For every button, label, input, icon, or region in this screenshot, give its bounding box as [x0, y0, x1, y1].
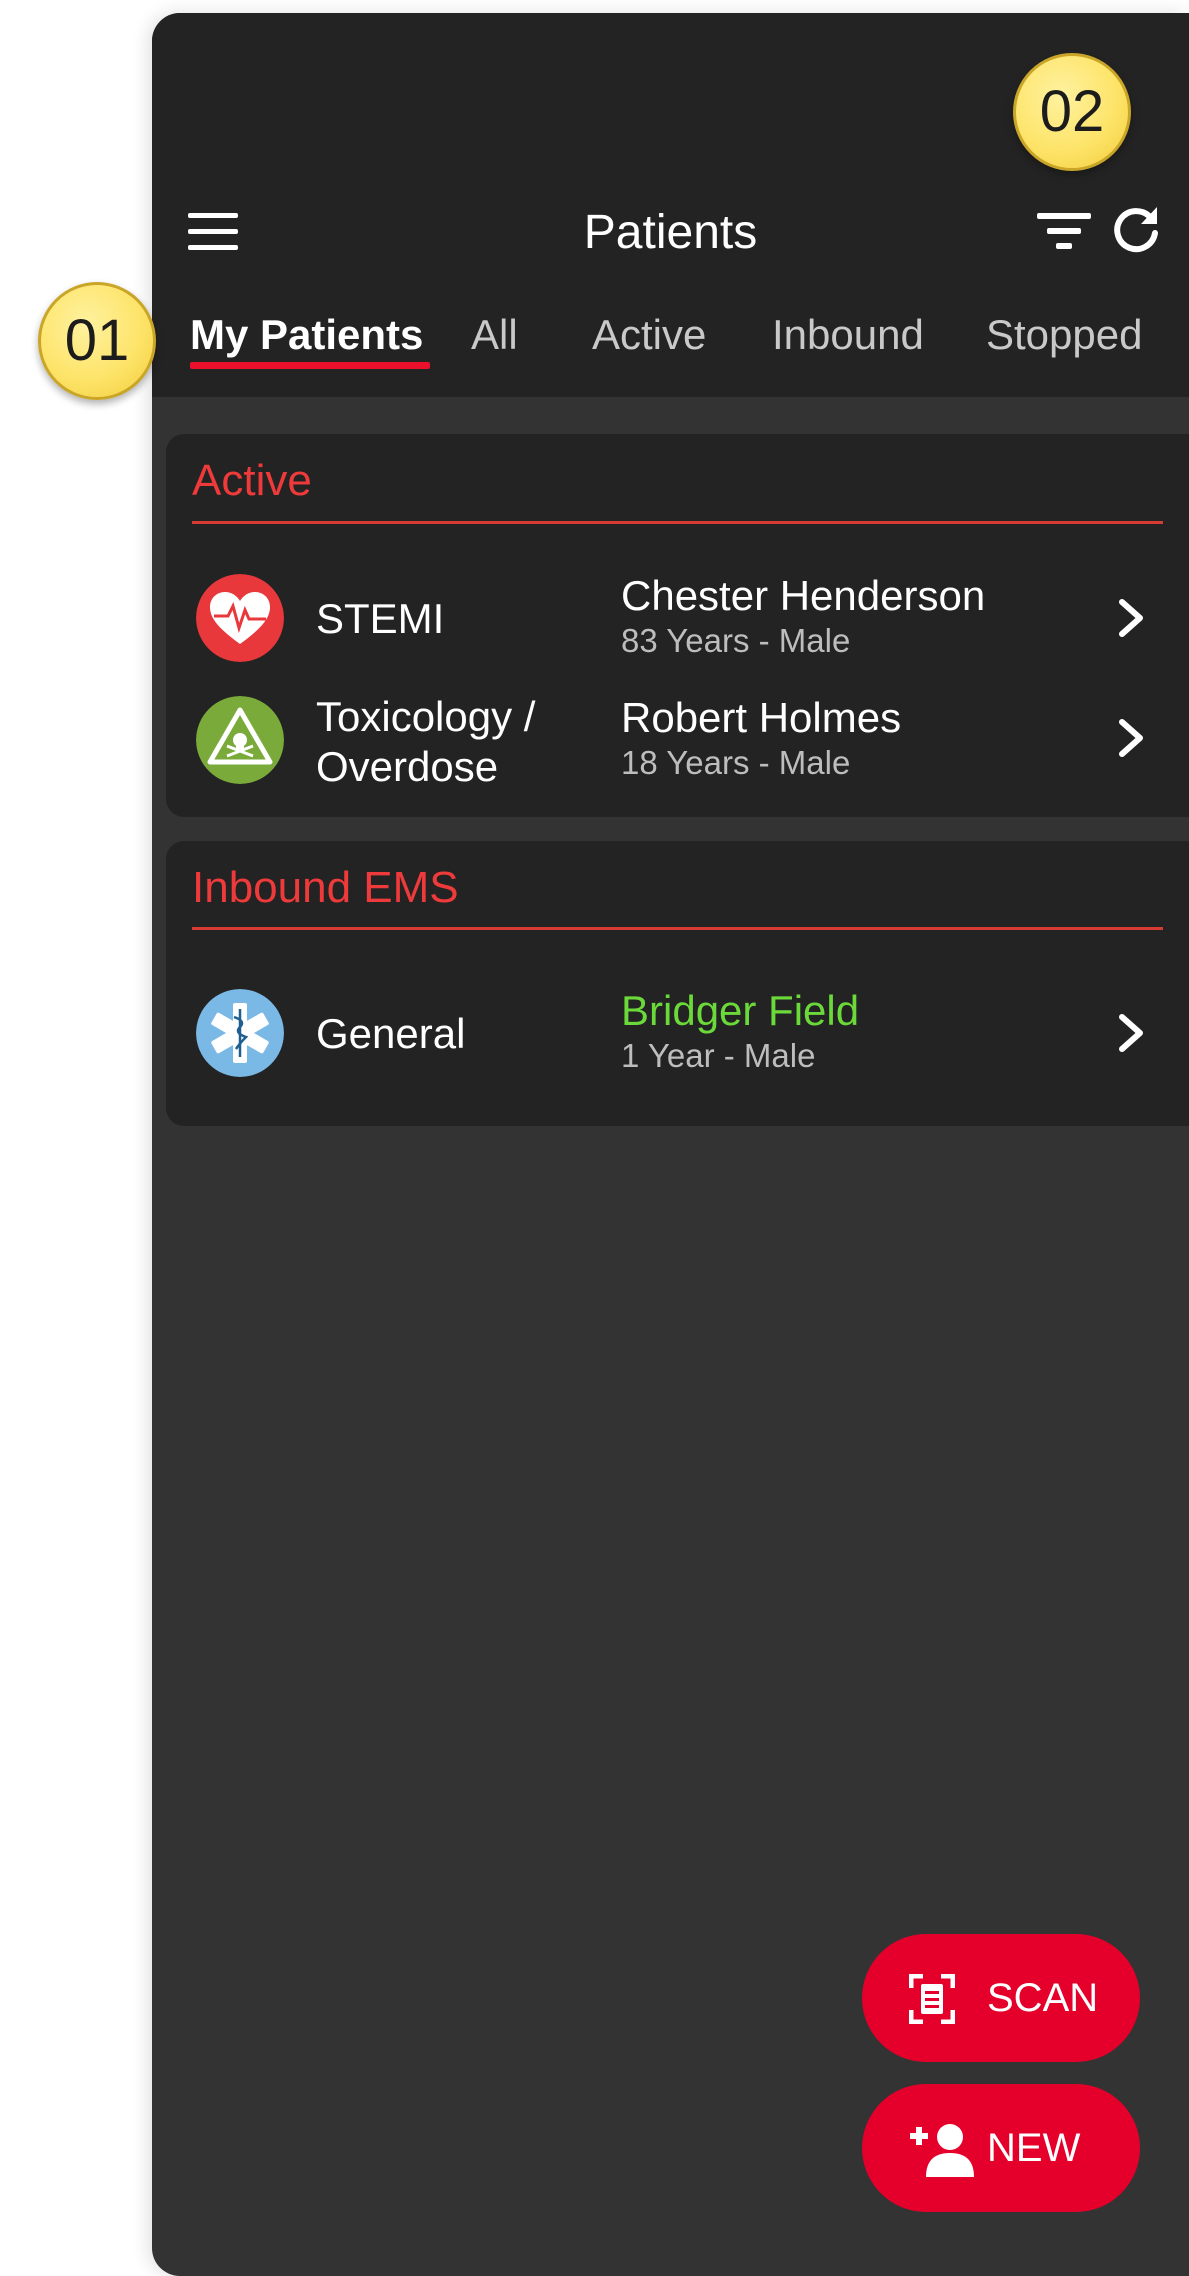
- active-tab-indicator: [190, 362, 430, 369]
- section-divider: [192, 521, 1163, 524]
- chevron-right-icon: [1119, 599, 1143, 637]
- patient-info: 83 Years - Male: [621, 622, 851, 659]
- active-section-card: Active STEMI Chester Henderson 83 Years …: [166, 434, 1189, 817]
- tab-bar: My Patients All Active Inbound Stopped: [152, 303, 1189, 383]
- category-label: STEMI: [316, 595, 445, 642]
- inbound-ems-section-card: Inbound EMS General Bridger Field 1 Year…: [166, 841, 1189, 1126]
- patient-row[interactable]: STEMI Chester Henderson 83 Years - Male: [166, 572, 1189, 684]
- callout-badge-01: 01: [38, 282, 156, 400]
- app-screen: Patients My Patients All Active Inbound …: [152, 13, 1189, 2276]
- heart-ecg-icon: [196, 574, 284, 662]
- category-label-line1: Toxicology /: [316, 693, 536, 740]
- section-divider: [192, 927, 1163, 930]
- chevron-right-icon: [1119, 719, 1143, 757]
- patient-info: 18 Years - Male: [621, 744, 851, 781]
- patient-name: Chester Henderson: [621, 572, 986, 619]
- tab-all[interactable]: All: [471, 311, 518, 359]
- section-title: Active: [192, 456, 312, 505]
- tab-inbound[interactable]: Inbound: [772, 311, 924, 359]
- patient-name: Bridger Field: [621, 987, 860, 1034]
- scan-document-icon: [909, 1974, 955, 2024]
- new-button-label: NEW: [987, 2126, 1081, 2170]
- filter-icon[interactable]: [1037, 209, 1091, 253]
- tab-my-patients[interactable]: My Patients: [190, 311, 423, 359]
- category-label-line2: Overdose: [316, 743, 499, 790]
- patient-info: 1 Year - Male: [621, 1037, 816, 1074]
- star-of-life-icon: [196, 989, 284, 1077]
- patient-row[interactable]: Toxicology / Overdose Robert Holmes 18 Y…: [166, 693, 1189, 806]
- patient-row[interactable]: General Bridger Field 1 Year - Male: [166, 987, 1189, 1099]
- toxic-hazard-icon: [196, 696, 284, 784]
- category-label: General: [316, 1010, 466, 1057]
- tab-stopped[interactable]: Stopped: [986, 311, 1142, 359]
- chevron-right-icon: [1119, 1014, 1143, 1052]
- patient-name: Robert Holmes: [621, 694, 902, 741]
- add-user-icon: [910, 2124, 974, 2177]
- new-patient-button[interactable]: NEW: [862, 2084, 1140, 2212]
- callout-badge-02: 02: [1013, 53, 1131, 171]
- section-title: Inbound EMS: [192, 863, 459, 912]
- scan-button[interactable]: SCAN: [862, 1934, 1140, 2062]
- refresh-icon[interactable]: [1110, 203, 1162, 255]
- tab-active[interactable]: Active: [592, 311, 706, 359]
- scan-button-label: SCAN: [987, 1976, 1099, 2020]
- page-title: Patients: [583, 206, 758, 259]
